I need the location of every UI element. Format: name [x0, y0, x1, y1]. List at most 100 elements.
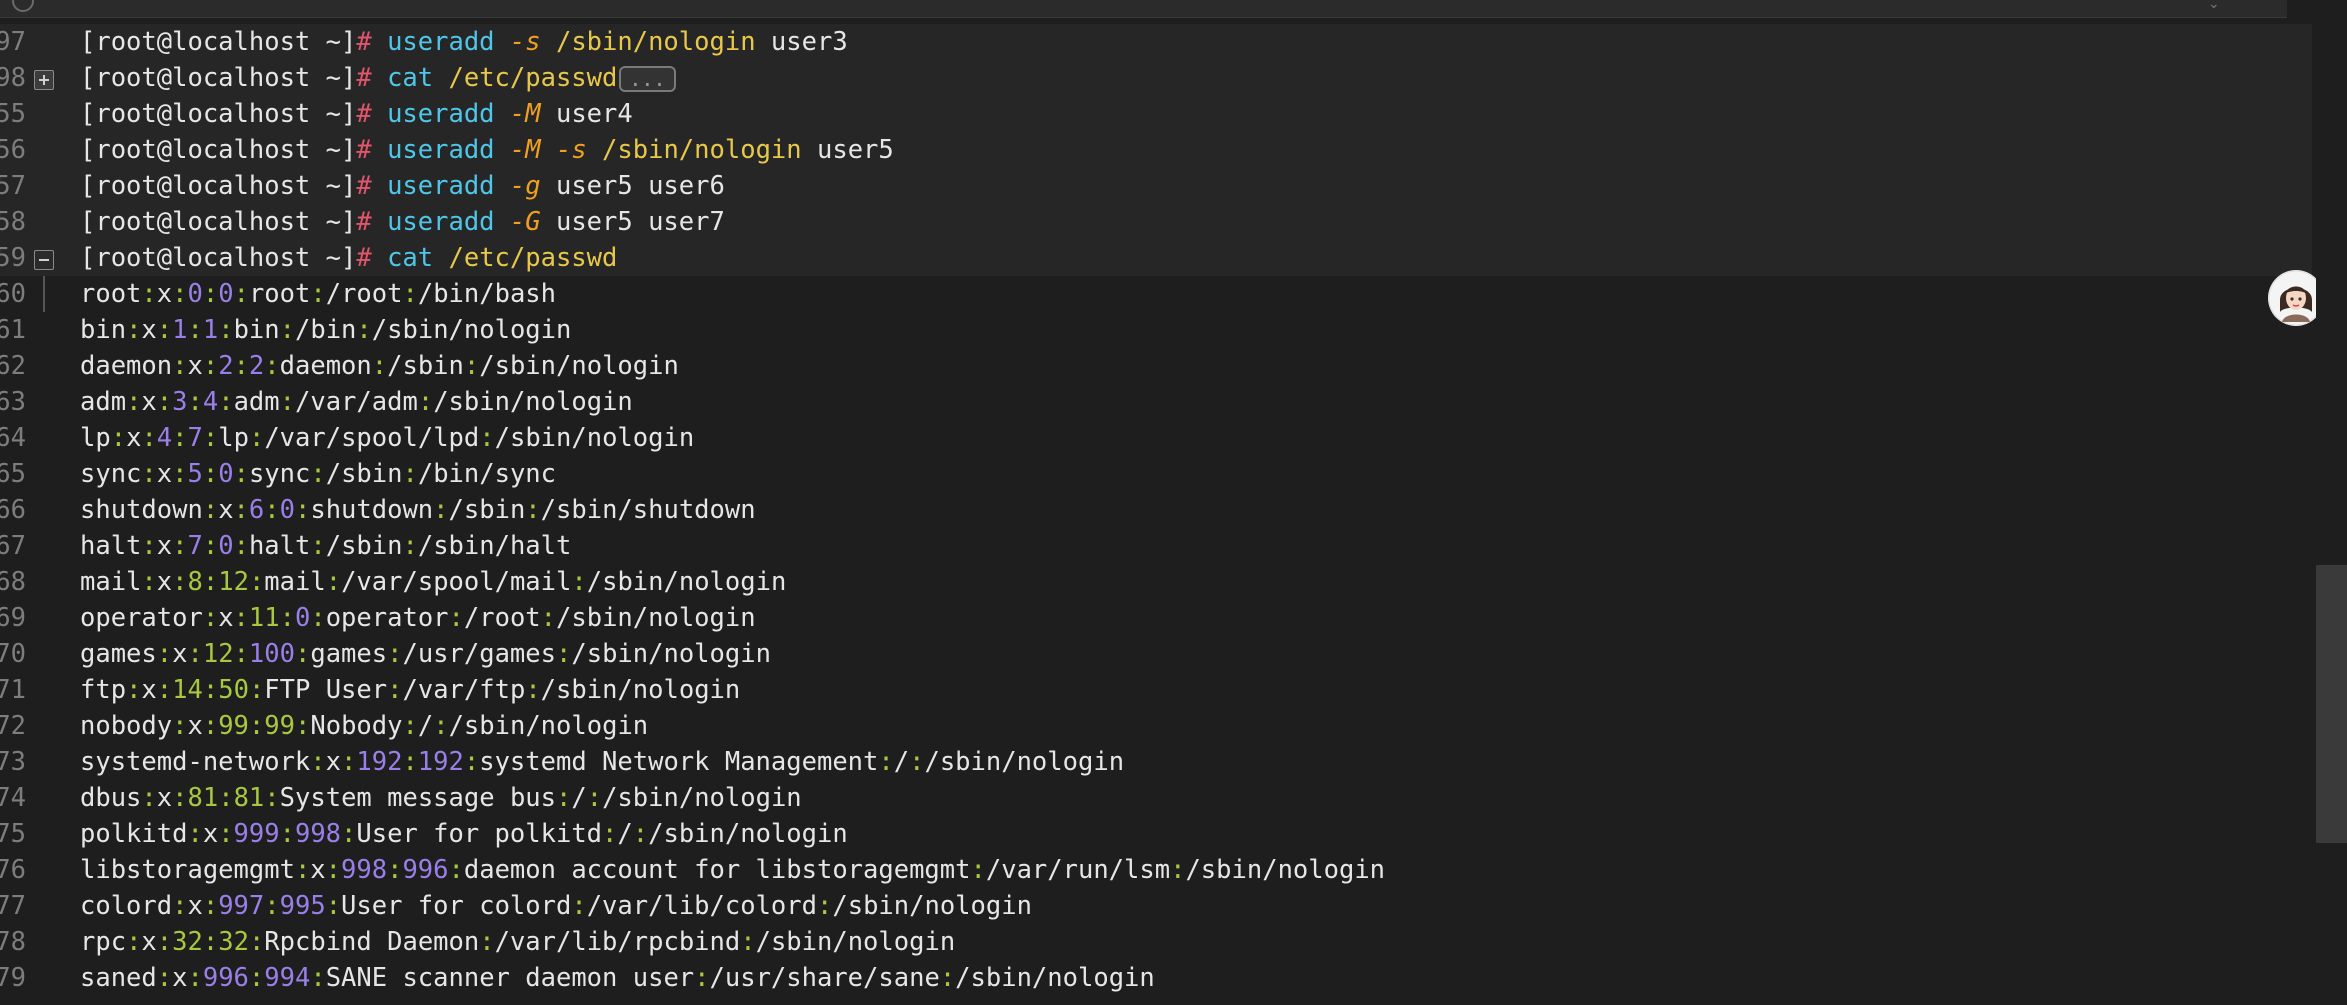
passwd-field: nobody	[80, 711, 173, 741]
passwd-line[interactable]: 369operator:x:11:0:operator:/root:/sbin/…	[0, 600, 2312, 636]
field-separator: :	[126, 315, 142, 345]
passwd-field: mail	[264, 567, 326, 597]
passwd-line[interactable]: 371ftp:x:14:50:FTP User:/var/ftp:/sbin/n…	[0, 672, 2312, 708]
passwd-entry: bin:x:1:1:bin:/bin:/sbin/nologin	[80, 312, 571, 348]
command-line[interactable]: 357 [root@localhost ~]# useradd -g user5 …	[0, 168, 2312, 204]
field-separator: :	[448, 855, 464, 885]
field-separator: :	[233, 639, 249, 669]
passwd-field: 996	[202, 963, 249, 993]
passwd-field: /var/run/lsm	[985, 855, 1171, 885]
passwd-line[interactable]: 365sync:x:5:0:sync:/sbin:/bin/sync	[0, 456, 2312, 492]
passwd-line[interactable]: 360root:x:0:0:root:/root:/bin/bash	[0, 276, 2312, 312]
command-line[interactable]: 355 [root@localhost ~]# useradd -M user4	[0, 96, 2312, 132]
command-line[interactable]: 297 [root@localhost ~]# useradd -s /sbin/…	[0, 24, 2312, 60]
line-number: 372	[0, 711, 26, 741]
field-separator: :	[126, 927, 142, 957]
passwd-field: 5	[187, 459, 203, 489]
passwd-line[interactable]: 368mail:x:8:12:mail:/var/spool/mail:/sbi…	[0, 564, 2312, 600]
command-token: useradd	[387, 99, 495, 129]
passwd-line[interactable]: 374dbus:x:81:81:System message bus:/:/sb…	[0, 780, 2312, 816]
field-separator: :	[202, 675, 219, 705]
field-separator: :	[479, 423, 495, 453]
shell-prompt: [root@localhost ~]	[80, 27, 357, 57]
passwd-field: 50	[218, 675, 249, 705]
passwd-field: root	[80, 279, 142, 309]
passwd-field: /sbin/nologin	[371, 315, 572, 345]
field-separator: :	[387, 675, 403, 705]
prompt-symbol: #	[356, 63, 372, 93]
shell-prompt: [root@localhost ~]	[80, 135, 357, 165]
command-line[interactable]: 298 [root@localhost ~]# cat /etc/passwd..…	[0, 60, 2312, 96]
fold-expand-icon[interactable]	[34, 70, 54, 90]
field-separator: :	[602, 819, 618, 849]
passwd-field: x	[156, 567, 173, 597]
collapse-chevron-icon[interactable]: ⌄	[2208, 0, 2220, 11]
passwd-field: adm	[233, 387, 280, 417]
field-separator: :	[172, 783, 188, 813]
passwd-line[interactable]: 370games:x:12:100:games:/usr/games:/sbin…	[0, 636, 2312, 672]
field-separator: :	[402, 459, 418, 489]
field-separator: :	[356, 315, 372, 345]
passwd-line[interactable]: 376libstoragemgmt:x:998:996:daemon accou…	[0, 852, 2312, 888]
passwd-line[interactable]: 367halt:x:7:0:halt:/sbin:/sbin/halt	[0, 528, 2312, 564]
passwd-field: x	[141, 927, 157, 957]
command-line[interactable]: 359 [root@localhost ~]# cat /etc/passwd	[0, 240, 2312, 312]
command-token: -M	[509, 135, 541, 165]
terminal-output[interactable]: 297[root@localhost ~]# useradd -s /sbin/…	[0, 24, 2312, 996]
passwd-field: 4	[156, 423, 173, 453]
field-separator: :	[202, 279, 219, 309]
passwd-field: /sbin/nologin	[755, 927, 956, 957]
line-number: 362	[0, 351, 26, 381]
passwd-line[interactable]: 361bin:x:1:1:bin:/bin:/sbin/nologin	[0, 312, 2312, 348]
line-number: 298	[0, 63, 26, 93]
passwd-line[interactable]: 362daemon:x:2:2:daemon:/sbin:/sbin/nolog…	[0, 348, 2312, 384]
command-token	[495, 171, 510, 201]
field-separator: :	[1170, 855, 1186, 885]
passwd-line[interactable]: 363adm:x:3:4:adm:/var/adm:/sbin/nologin	[0, 384, 2312, 420]
passwd-field: 998	[341, 855, 388, 885]
passwd-field: x	[325, 747, 342, 777]
passwd-field: Rpcbind Daemon	[264, 927, 480, 957]
command-token: cat	[387, 243, 434, 273]
fold-collapse-icon[interactable]	[34, 250, 54, 270]
passwd-field: /var/ftp	[402, 675, 526, 705]
field-separator: :	[387, 855, 403, 885]
command-text: [root@localhost ~]# useradd -M -s /sbin/…	[80, 132, 894, 168]
shell-prompt: [root@localhost ~]	[80, 63, 357, 93]
passwd-field: operator	[325, 603, 449, 633]
command-token	[495, 27, 510, 57]
folded-output-ellipsis[interactable]: ...	[619, 66, 676, 92]
passwd-field: /usr/share/sane	[709, 963, 940, 993]
shell-prompt: [root@localhost ~]	[80, 243, 357, 273]
passwd-line[interactable]: 379saned:x:996:994:SANE scanner daemon u…	[0, 960, 2312, 996]
passwd-line[interactable]: 377colord:x:997:995:User for colord:/var…	[0, 888, 2312, 924]
field-separator: :	[172, 423, 188, 453]
passwd-line[interactable]: 364lp:x:4:7:lp:/var/spool/lpd:/sbin/nolo…	[0, 420, 2312, 456]
field-separator: :	[310, 963, 326, 993]
passwd-line[interactable]: 366shutdown:x:6:0:shutdown:/sbin:/sbin/s…	[0, 492, 2312, 528]
window-menu-icon[interactable]	[12, 0, 34, 12]
field-separator: :	[202, 711, 219, 741]
field-separator: :	[248, 711, 265, 741]
passwd-line[interactable]: 378rpc:x:32:32:Rpcbind Daemon:/var/lib/r…	[0, 924, 2312, 960]
passwd-field: /sbin/nologin	[494, 423, 695, 453]
passwd-field: 3	[172, 387, 188, 417]
passwd-field: ftp	[80, 675, 127, 705]
command-line[interactable]: 358 [root@localhost ~]# useradd -G user5 …	[0, 204, 2312, 240]
field-separator: :	[433, 495, 449, 525]
vertical-scrollbar-thumb[interactable]	[2316, 565, 2347, 843]
passwd-entry: adm:x:3:4:adm:/var/adm:/sbin/nologin	[80, 384, 633, 420]
passwd-line[interactable]: 373systemd-network:x:192:192:systemd Net…	[0, 744, 2312, 780]
passwd-field: /sbin	[325, 459, 403, 489]
line-number: 356	[0, 135, 26, 165]
passwd-line[interactable]: 372nobody:x:99:99:Nobody:/:/sbin/nologin	[0, 708, 2312, 744]
field-separator: :	[279, 603, 295, 633]
passwd-field: x	[126, 423, 142, 453]
command-line[interactable]: 356 [root@localhost ~]# useradd -M -s /sb…	[0, 132, 2312, 168]
field-separator: :	[371, 351, 388, 381]
passwd-field: x	[156, 459, 173, 489]
passwd-field: mail	[80, 567, 142, 597]
vertical-scrollbar-track[interactable]	[2316, 24, 2347, 1005]
command-token: user5	[801, 135, 894, 165]
passwd-line[interactable]: 375polkitd:x:999:998:User for polkitd:/:…	[0, 816, 2312, 852]
